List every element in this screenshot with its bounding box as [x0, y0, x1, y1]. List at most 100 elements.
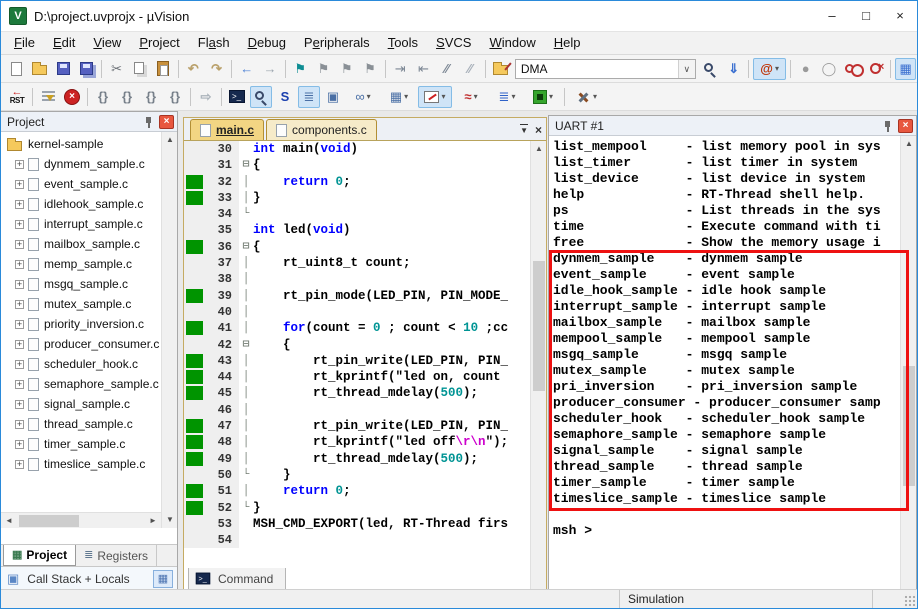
open-file-button[interactable]: [29, 58, 50, 80]
save-button[interactable]: [53, 58, 74, 80]
tab-project[interactable]: ▦ Project: [3, 545, 77, 566]
tree-item-mailbox_sample-c[interactable]: mailbox_sample.c: [1, 234, 161, 254]
comment-button[interactable]: ⁄⁄: [436, 58, 457, 80]
tree-item-msgq_sample-c[interactable]: msgq_sample.c: [1, 274, 161, 294]
menu-flash[interactable]: Flash: [189, 32, 239, 54]
scroll-up-arrow[interactable]: [901, 136, 917, 152]
tree-item-thread_sample-c[interactable]: thread_sample.c: [1, 414, 161, 434]
menu-peripherals[interactable]: Peripherals: [295, 32, 379, 54]
disassembly-window-button[interactable]: [250, 85, 272, 108]
tree-item-event_sample-c[interactable]: event_sample.c: [1, 174, 161, 194]
cut-button[interactable]: ✂: [106, 58, 127, 80]
tree-item-semaphore_sample-c[interactable]: semaphore_sample.c: [1, 374, 161, 394]
tree-item-interrupt_sample-c[interactable]: interrupt_sample.c: [1, 214, 161, 234]
navigate-forward-button[interactable]: →: [259, 58, 280, 80]
tree-item-timeslice_sample-c[interactable]: timeslice_sample.c: [1, 454, 161, 474]
run-button[interactable]: [37, 86, 59, 108]
scroll-left-arrow[interactable]: [1, 513, 17, 529]
expand-icon[interactable]: [15, 259, 24, 269]
menu-tools[interactable]: Tools: [379, 32, 427, 54]
menu-file[interactable]: File: [5, 32, 44, 54]
scroll-thumb[interactable]: [533, 261, 545, 391]
find-button[interactable]: ⇓: [723, 58, 744, 80]
call-stack-bar[interactable]: ▣ Call Stack + Locals: [1, 566, 177, 590]
target-select[interactable]: DMA ∨: [514, 58, 696, 79]
fold-toggle-icon[interactable]: ⊟: [239, 239, 253, 255]
toggle-breakpoint-button[interactable]: ◯: [818, 58, 839, 80]
copy-button[interactable]: [129, 58, 150, 80]
expand-icon[interactable]: [15, 379, 24, 389]
tree-item-dynmem_sample-c[interactable]: dynmem_sample.c: [1, 154, 161, 174]
watch-window-button[interactable]: ∞ ▾: [346, 86, 380, 108]
scroll-down-arrow[interactable]: [162, 512, 178, 528]
insert-breakpoint-button[interactable]: ●: [795, 58, 816, 80]
pin-icon[interactable]: [883, 120, 892, 132]
editor-tab-main-c[interactable]: main.c: [190, 119, 265, 140]
call-stack-window-button[interactable]: ▣: [322, 86, 344, 108]
expand-icon[interactable]: [15, 439, 24, 449]
menu-view[interactable]: View: [84, 32, 130, 54]
next-bookmark-button[interactable]: ⚑: [336, 58, 357, 80]
expand-icon[interactable]: [15, 219, 24, 229]
manage-layout-button[interactable]: ▦: [894, 57, 917, 80]
fold-toggle-icon[interactable]: ⊟: [239, 157, 253, 173]
expand-icon[interactable]: [15, 399, 24, 409]
reset-button[interactable]: RST: [6, 86, 28, 108]
tree-item-priority_inversion-c[interactable]: priority_inversion.c: [1, 314, 161, 334]
minimize-button[interactable]: –: [815, 2, 849, 30]
indent-button[interactable]: ⇥: [390, 58, 411, 80]
undo-button[interactable]: ↶: [183, 58, 204, 80]
registers-window-button[interactable]: ≣: [298, 85, 320, 108]
expand-icon[interactable]: [15, 159, 24, 169]
find-in-files-button[interactable]: [700, 58, 721, 80]
fold-toggle-icon[interactable]: ⊟: [239, 337, 253, 353]
resize-grip[interactable]: [903, 594, 916, 607]
expand-icon[interactable]: [15, 239, 24, 249]
previous-bookmark-button[interactable]: ⚑: [313, 58, 334, 80]
editor-tab-components-c[interactable]: components.c: [266, 119, 377, 140]
scroll-up-arrow[interactable]: [162, 132, 178, 148]
system-viewer-button[interactable]: ▾: [526, 86, 560, 108]
close-button[interactable]: ×: [883, 2, 917, 30]
tree-item-memp_sample-c[interactable]: memp_sample.c: [1, 254, 161, 274]
save-all-button[interactable]: [76, 58, 97, 80]
find-text-button[interactable]: @ ▾: [753, 57, 787, 80]
tree-root[interactable]: kernel-sample: [1, 134, 161, 154]
menu-window[interactable]: Window: [480, 32, 544, 54]
flash-options-button[interactable]: [490, 58, 511, 80]
redo-button[interactable]: ↷: [206, 58, 227, 80]
tree-item-mutex_sample-c[interactable]: mutex_sample.c: [1, 294, 161, 314]
scroll-thumb[interactable]: [19, 515, 79, 527]
menu-project[interactable]: Project: [130, 32, 188, 54]
run-to-cursor-button[interactable]: {}: [164, 86, 186, 108]
expand-icon[interactable]: [15, 319, 24, 329]
uncomment-button[interactable]: ⁄⁄: [459, 58, 480, 80]
menu-help[interactable]: Help: [545, 32, 590, 54]
expand-icon[interactable]: [15, 419, 24, 429]
menu-edit[interactable]: Edit: [44, 32, 84, 54]
memory-grid-icon[interactable]: [153, 569, 173, 588]
scroll-right-arrow[interactable]: [145, 513, 161, 529]
symbol-window-button[interactable]: S: [274, 86, 296, 108]
step-button[interactable]: {}: [92, 86, 114, 108]
step-over-button[interactable]: {}: [116, 86, 138, 108]
stop-button[interactable]: [61, 86, 83, 108]
tree-item-signal_sample-c[interactable]: signal_sample.c: [1, 394, 161, 414]
new-file-button[interactable]: [6, 58, 27, 80]
menu-debug[interactable]: Debug: [239, 32, 295, 54]
memory-window-button[interactable]: ▦ ▾: [382, 86, 416, 108]
expand-icon[interactable]: [15, 339, 24, 349]
serial-window-button[interactable]: ▾: [418, 85, 452, 108]
trace-window-button[interactable]: ≣ ▾: [490, 86, 524, 108]
kill-all-breakpoints-button[interactable]: [865, 58, 886, 80]
clear-bookmarks-button[interactable]: ⚑: [359, 58, 380, 80]
expand-icon[interactable]: [15, 199, 24, 209]
outdent-button[interactable]: ⇤: [413, 58, 434, 80]
command-window-button[interactable]: [226, 86, 248, 108]
uart-close-icon[interactable]: [898, 118, 913, 133]
expand-icon[interactable]: [15, 279, 24, 289]
toolbox-button[interactable]: ▾: [569, 86, 603, 108]
navigate-back-button[interactable]: ←: [236, 58, 257, 80]
pin-icon[interactable]: [144, 116, 153, 128]
tree-item-scheduler_hook-c[interactable]: scheduler_hook.c: [1, 354, 161, 374]
